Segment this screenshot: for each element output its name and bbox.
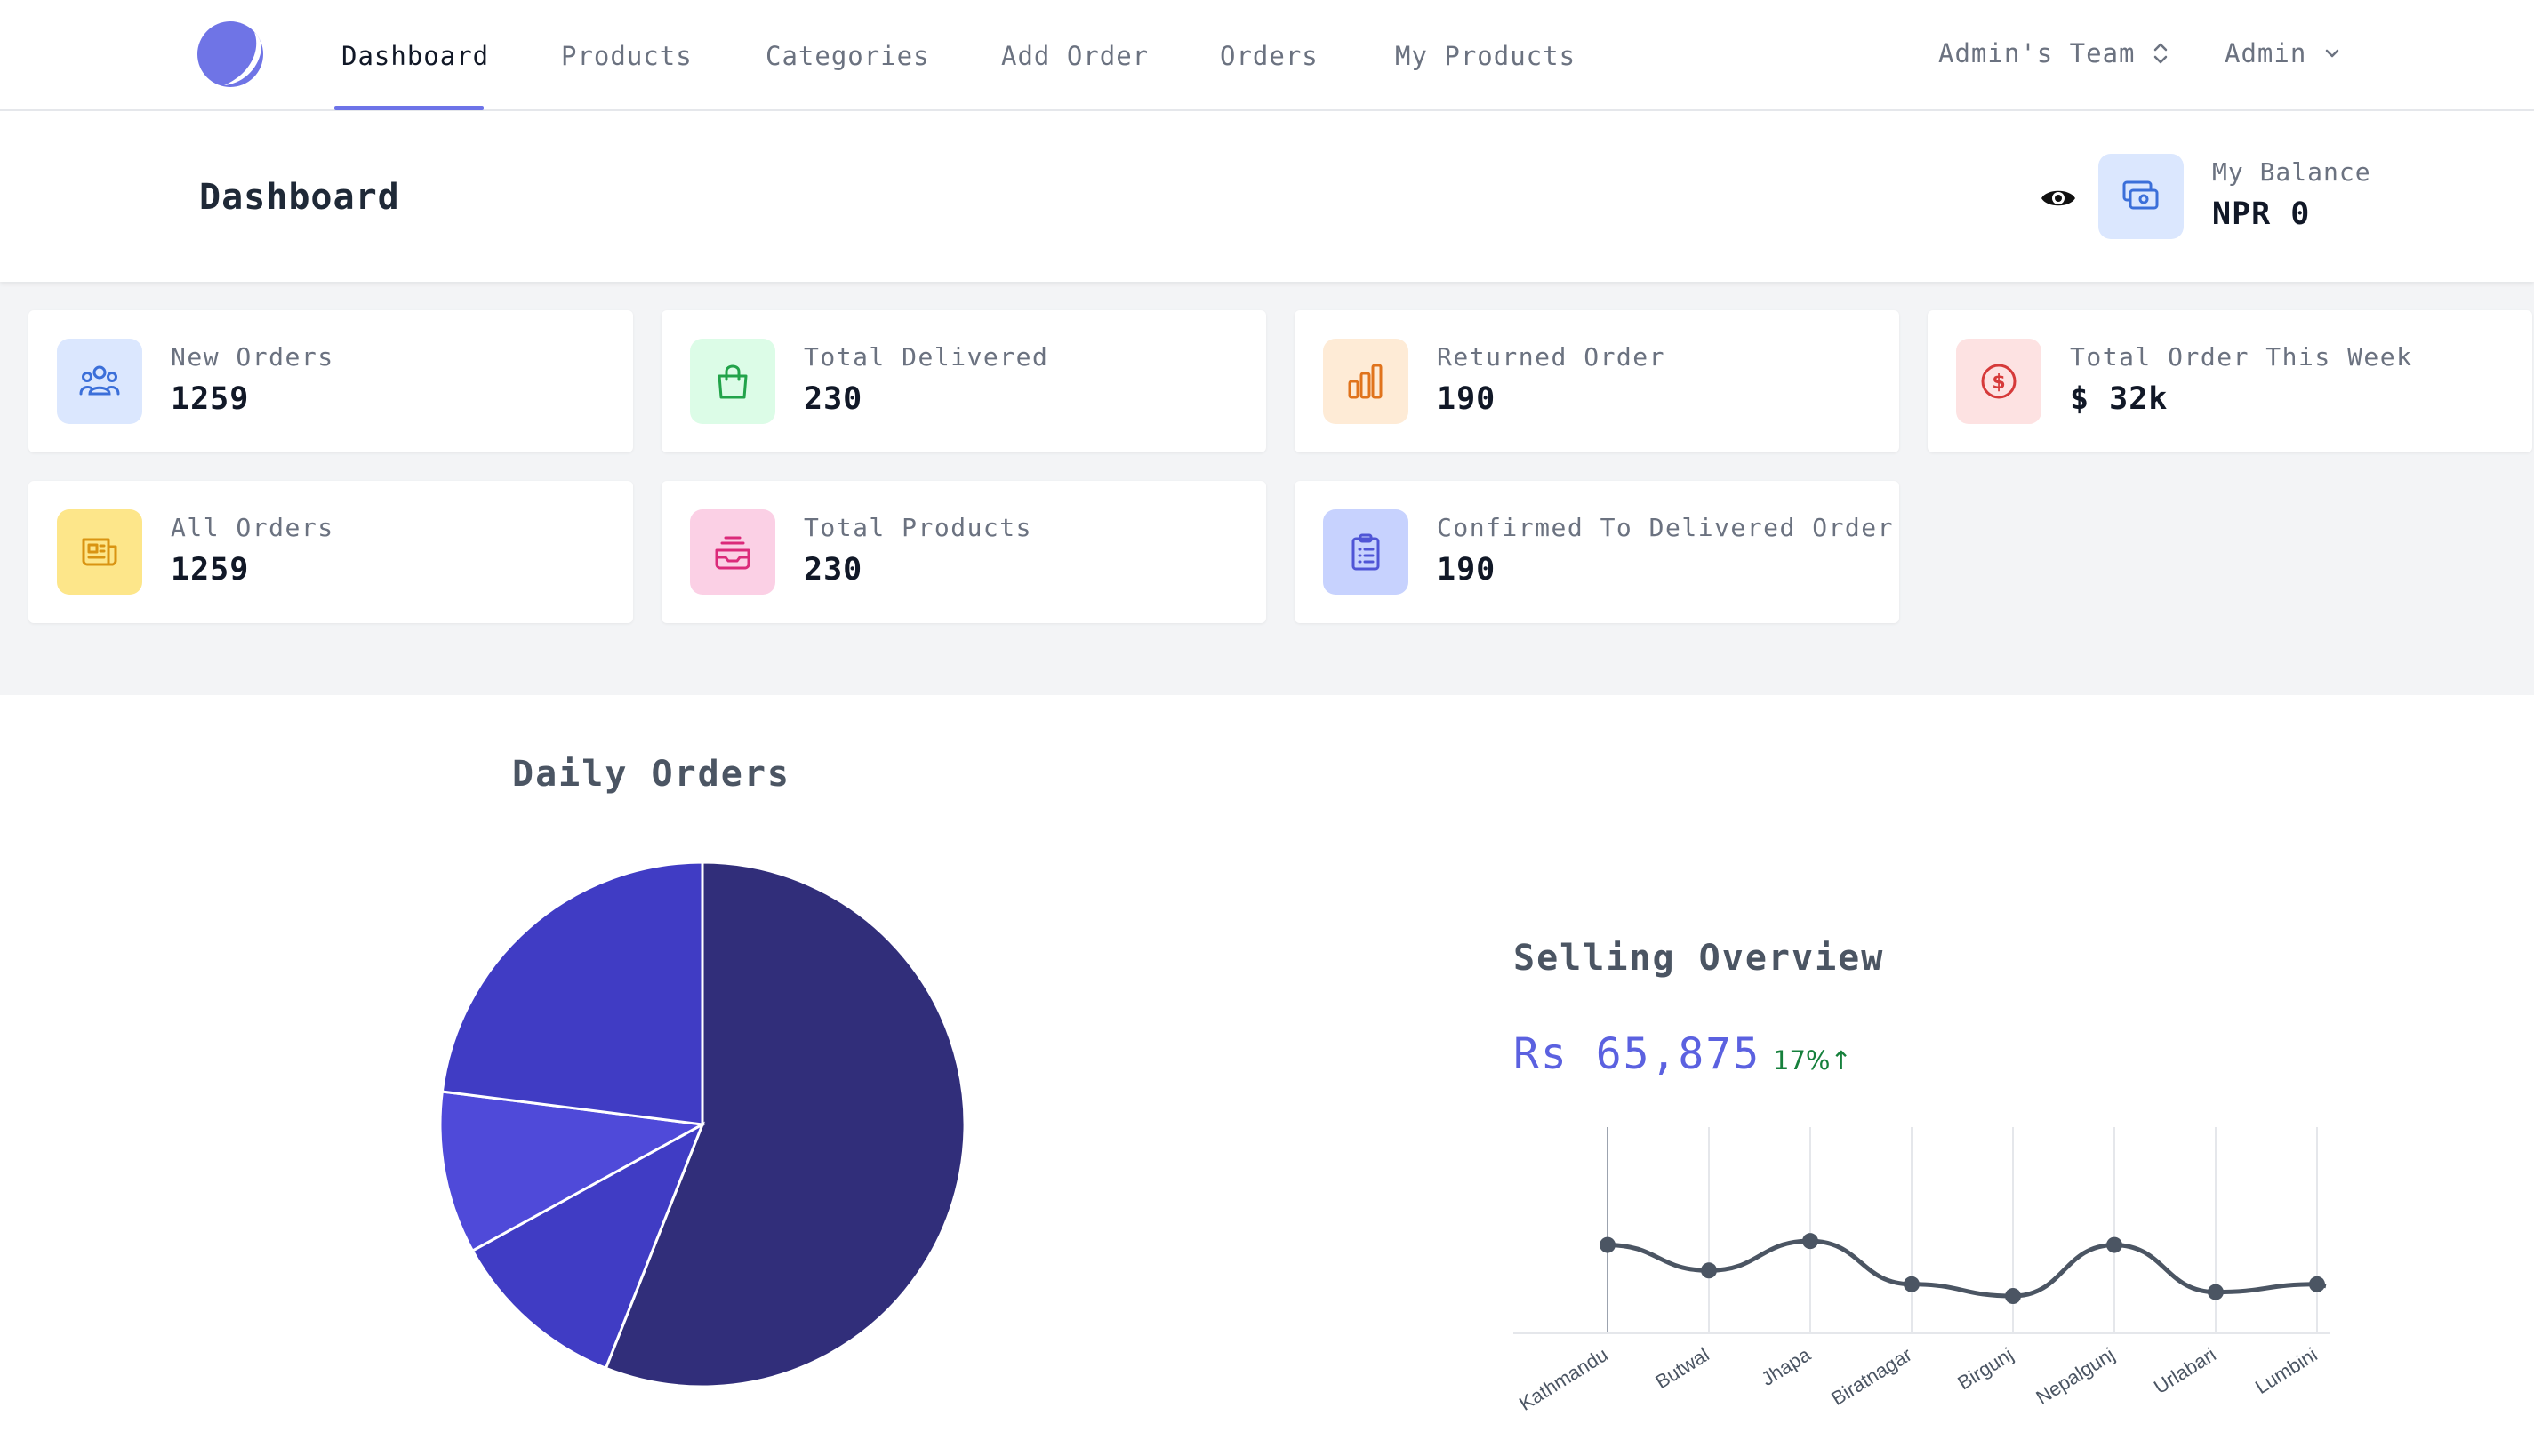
- nav-products[interactable]: Products: [561, 0, 693, 111]
- chevron-down-icon: [2326, 49, 2339, 58]
- stat-icon-box: [1323, 339, 1408, 424]
- data-point[interactable]: [1802, 1233, 1818, 1250]
- stat-label: Confirmed To Delivered Order: [1437, 513, 1895, 542]
- stat-value: 190: [1437, 381, 1496, 417]
- data-point[interactable]: [1701, 1262, 1717, 1279]
- x-tick-label: Urlabari: [2150, 1343, 2220, 1398]
- nav-orders[interactable]: Orders: [1220, 0, 1319, 111]
- stat-label: Returned Order: [1437, 342, 1666, 372]
- eye-icon: [2041, 190, 2075, 206]
- stat-value: 190: [1437, 552, 1496, 588]
- stat-label: New Orders: [171, 342, 334, 372]
- stat-label: All Orders: [171, 513, 334, 542]
- nav-dashboard[interactable]: Dashboard: [341, 0, 489, 111]
- logo-icon[interactable]: [197, 21, 263, 87]
- stat-icon-box: [57, 339, 142, 424]
- inbox-stack-icon: [715, 536, 750, 570]
- x-tick-label: Nepalgunj: [2032, 1343, 2118, 1409]
- data-point[interactable]: [1904, 1276, 1920, 1292]
- balance-icon-box: [2098, 154, 2184, 239]
- svg-text:$: $: [1992, 372, 2005, 394]
- daily-orders-title: Daily Orders: [512, 754, 790, 795]
- chevron-up-down-icon: [2153, 43, 2167, 64]
- selling-change-badge: 17%↑: [1773, 1045, 1852, 1076]
- user-name: Admin: [2225, 38, 2307, 68]
- pie-slice[interactable]: [440, 860, 704, 1126]
- team-name: Admin's Team: [1938, 38, 2136, 68]
- stat-icon-box: $: [1956, 339, 2041, 424]
- stats-section: New Orders 1259 Total Delivered 230 Retu…: [0, 282, 2534, 695]
- data-point[interactable]: [1600, 1236, 1616, 1253]
- stat-card-total-order-this-week[interactable]: $ Total Order This Week $ 32k: [1928, 310, 2532, 452]
- x-tick-label: Jhapa: [1758, 1343, 1816, 1390]
- active-tab-indicator: [334, 106, 484, 110]
- toggle-balance-visibility-button[interactable]: [2038, 178, 2079, 219]
- newspaper-icon: [82, 538, 117, 566]
- stat-card-returned-order[interactable]: Returned Order 190: [1295, 310, 1899, 452]
- data-point[interactable]: [2208, 1284, 2224, 1300]
- stat-value: 1259: [171, 381, 250, 417]
- x-tick-label: Biratnagar: [1827, 1343, 1915, 1410]
- stat-card-total-products[interactable]: Total Products 230: [662, 481, 1266, 623]
- x-tick-label: Kathmandu: [1515, 1343, 1612, 1415]
- user-menu[interactable]: Admin: [2225, 0, 2342, 107]
- x-tick-label: Lumbini: [2251, 1343, 2321, 1398]
- stat-icon-box: [690, 509, 775, 595]
- stat-label: Total Products: [804, 513, 1033, 542]
- stat-icon-box: [57, 509, 142, 595]
- x-tick-label: Butwal: [1651, 1343, 1712, 1393]
- balance-label: My Balance: [2212, 157, 2371, 187]
- page-header: Dashboard My Balance NPR 0: [0, 111, 2534, 282]
- data-point[interactable]: [2309, 1276, 2325, 1292]
- selling-overview-line-chart: Kathmandu Butwal Jhapa Biratnagar Birgunj Nep…: [1513, 1127, 2330, 1415]
- x-tick-label: Birgunj: [1953, 1343, 2017, 1394]
- cash-icon: [2122, 180, 2159, 210]
- shopping-bag-icon: [718, 364, 748, 399]
- balance-value: NPR 0: [2212, 196, 2311, 232]
- page-title: Dashboard: [199, 177, 400, 218]
- dollar-icon: $: [1981, 364, 2017, 399]
- daily-orders-pie-chart: [438, 860, 966, 1388]
- stat-value: 1259: [171, 552, 250, 588]
- selling-overview-title: Selling Overview: [1513, 938, 1885, 979]
- nav-categories[interactable]: Categories: [766, 0, 930, 111]
- stat-value: 230: [804, 381, 863, 417]
- stat-card-new-orders[interactable]: New Orders 1259: [28, 310, 633, 452]
- selling-amount: Rs 65,875: [1513, 1029, 1761, 1079]
- stat-icon-box: [690, 339, 775, 424]
- users-icon: [79, 365, 120, 396]
- stat-value: $ 32k: [2070, 381, 2169, 417]
- bar-chart-icon: [1348, 364, 1383, 399]
- data-point[interactable]: [2106, 1236, 2122, 1253]
- clipboard-list-icon: [1351, 533, 1380, 571]
- stat-label: Total Delivered: [804, 342, 1049, 372]
- team-switcher[interactable]: Admin's Team: [1938, 0, 2169, 107]
- data-point[interactable]: [2005, 1288, 2021, 1305]
- top-navigation: Dashboard Products Categories Add Order …: [0, 0, 2534, 111]
- stat-card-total-delivered[interactable]: Total Delivered 230: [662, 310, 1266, 452]
- nav-add-order[interactable]: Add Order: [1001, 0, 1149, 111]
- stat-card-confirmed-to-delivered[interactable]: Confirmed To Delivered Order 190: [1295, 481, 1899, 623]
- stat-value: 230: [804, 552, 863, 588]
- stat-label: Total Order This Week: [2070, 342, 2413, 372]
- nav-my-products[interactable]: My Products: [1395, 0, 1576, 111]
- stat-card-all-orders[interactable]: All Orders 1259: [28, 481, 633, 623]
- stat-icon-box: [1323, 509, 1408, 595]
